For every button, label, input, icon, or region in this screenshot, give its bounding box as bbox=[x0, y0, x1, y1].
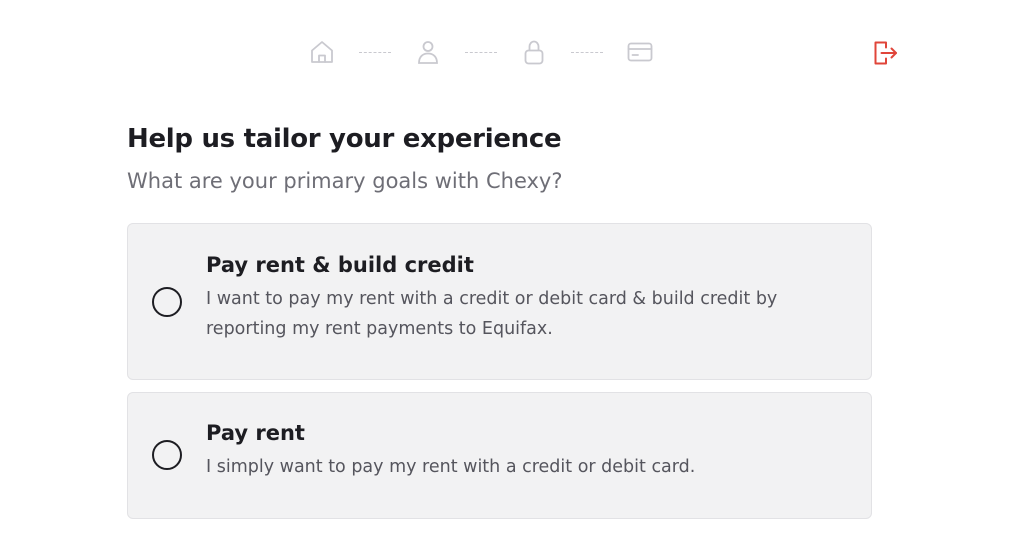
logout-icon bbox=[870, 38, 900, 68]
option-description: I want to pay my rent with a credit or d… bbox=[206, 289, 778, 339]
radio-button[interactable] bbox=[152, 440, 182, 470]
step-connector bbox=[445, 51, 517, 53]
progress-stepper bbox=[305, 36, 657, 68]
option-title: Pay rent bbox=[206, 421, 305, 445]
step-connector bbox=[551, 51, 623, 53]
page-subtitle: What are your primary goals with Chexy? bbox=[127, 169, 563, 193]
goal-option-pay-rent[interactable]: Pay rent I simply want to pay my rent wi… bbox=[127, 392, 872, 519]
user-icon bbox=[411, 36, 445, 68]
option-description: I simply want to pay my rent with a cred… bbox=[206, 457, 696, 477]
home-icon bbox=[305, 36, 339, 68]
logout-button[interactable] bbox=[869, 37, 901, 69]
credit-card-icon bbox=[623, 36, 657, 68]
step-connector bbox=[339, 51, 411, 53]
goal-option-pay-rent-build-credit[interactable]: Pay rent & build credit I want to pay my… bbox=[127, 223, 872, 380]
option-title: Pay rent & build credit bbox=[206, 253, 474, 277]
lock-icon bbox=[517, 36, 551, 68]
page-title: Help us tailor your experience bbox=[127, 124, 562, 154]
radio-button[interactable] bbox=[152, 287, 182, 317]
